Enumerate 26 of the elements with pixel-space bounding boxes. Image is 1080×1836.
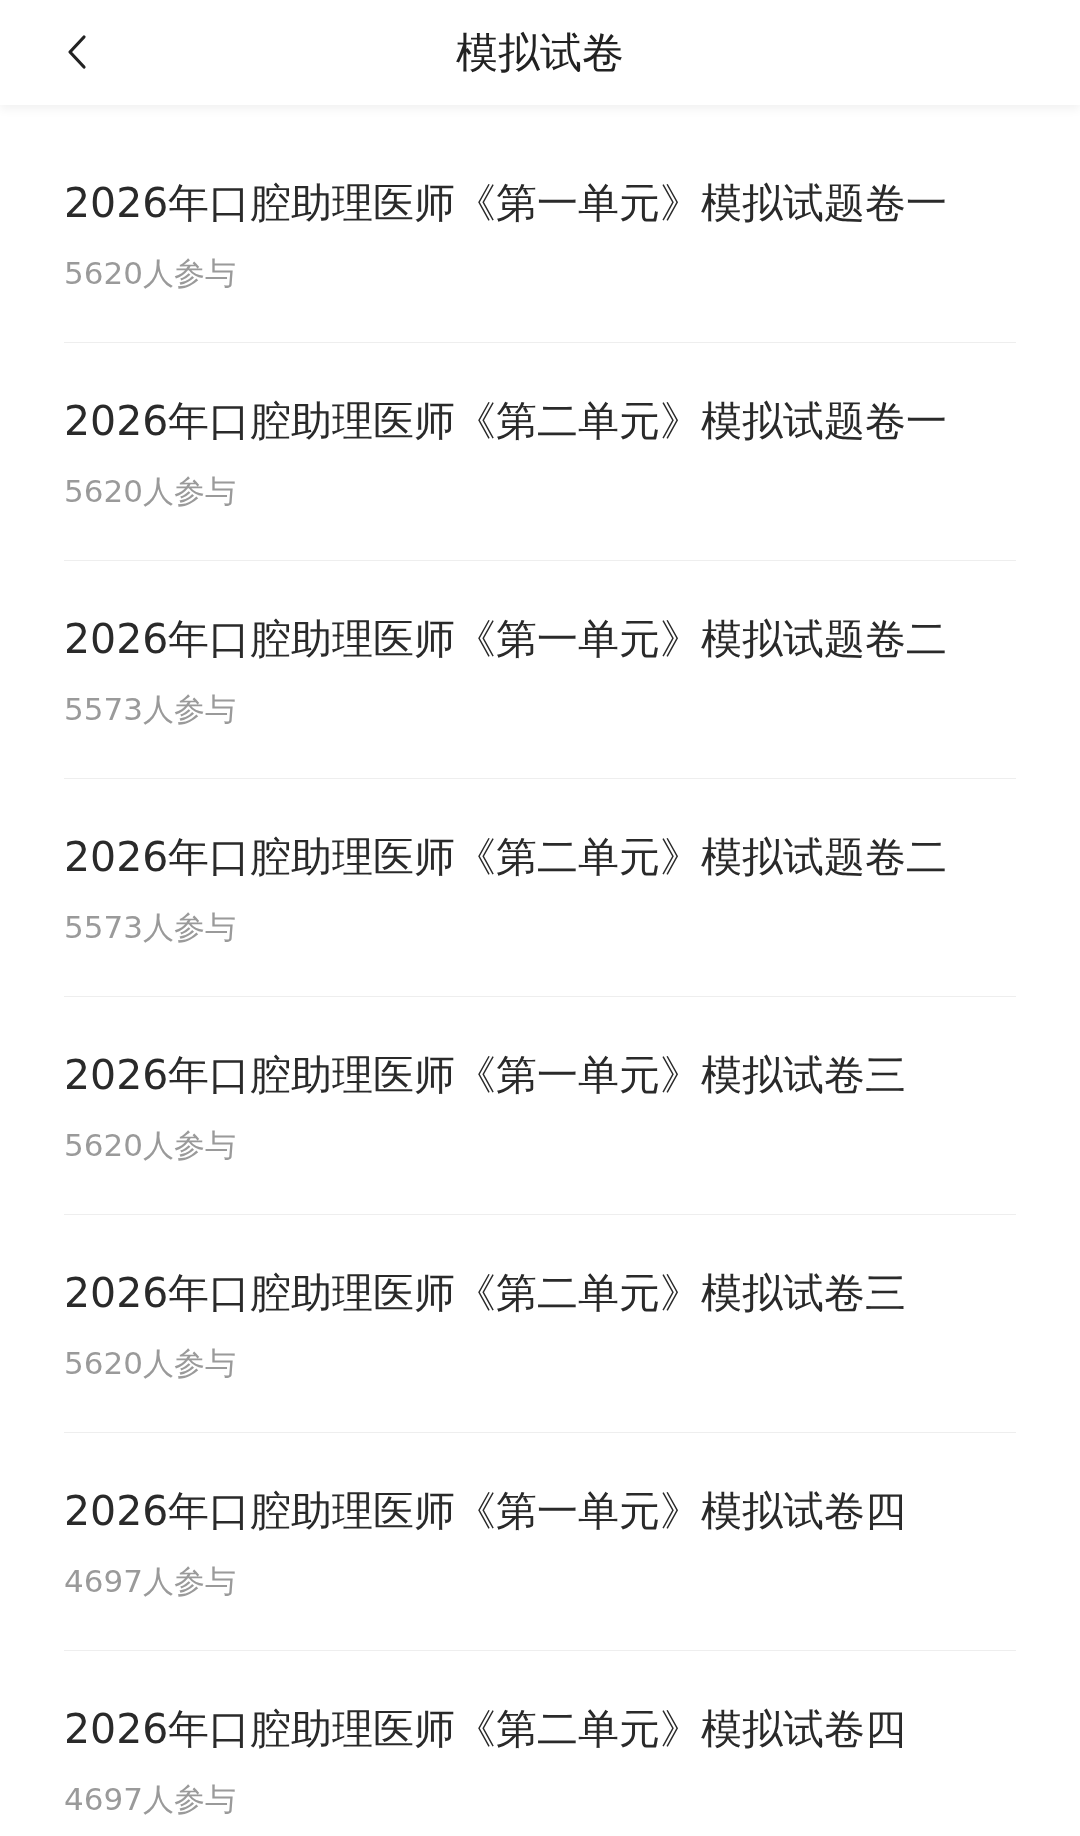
participant-count: 5620人参与	[64, 1126, 236, 1165]
exam-paper-item[interactable]: 2026年口腔助理医师《第一单元》模拟试卷四 4697人参与	[64, 1433, 1016, 1651]
paper-title: 2026年口腔助理医师《第一单元》模拟试卷四	[64, 1486, 907, 1537]
page-title: 模拟试卷	[456, 26, 624, 79]
participant-count: 5620人参与	[64, 254, 236, 293]
exam-paper-item[interactable]: 2026年口腔助理医师《第一单元》模拟试题卷二 5573人参与	[64, 561, 1016, 779]
paper-title: 2026年口腔助理医师《第二单元》模拟试卷三	[64, 1268, 907, 1319]
participant-count: 5620人参与	[64, 1344, 236, 1383]
exam-paper-item[interactable]: 2026年口腔助理医师《第一单元》模拟试卷三 5620人参与	[64, 997, 1016, 1215]
participant-count: 4697人参与	[64, 1780, 236, 1819]
participant-count: 5573人参与	[64, 690, 236, 729]
paper-title: 2026年口腔助理医师《第二单元》模拟试题卷一	[64, 396, 948, 447]
exam-paper-item[interactable]: 2026年口腔助理医师《第一单元》模拟试题卷一 5620人参与	[64, 125, 1016, 343]
participant-count: 5573人参与	[64, 908, 236, 947]
paper-title: 2026年口腔助理医师《第二单元》模拟试题卷二	[64, 832, 948, 883]
back-icon	[66, 34, 88, 70]
exam-paper-item[interactable]: 2026年口腔助理医师《第二单元》模拟试题卷二 5573人参与	[64, 779, 1016, 997]
participant-count: 5620人参与	[64, 472, 236, 511]
exam-paper-item[interactable]: 2026年口腔助理医师《第二单元》模拟试题卷一 5620人参与	[64, 343, 1016, 561]
paper-title: 2026年口腔助理医师《第一单元》模拟试卷三	[64, 1050, 907, 1101]
paper-title: 2026年口腔助理医师《第一单元》模拟试题卷二	[64, 614, 948, 665]
paper-title: 2026年口腔助理医师《第二单元》模拟试卷四	[64, 1704, 907, 1755]
exam-paper-item[interactable]: 2026年口腔助理医师《第二单元》模拟试卷三 5620人参与	[64, 1215, 1016, 1433]
paper-title: 2026年口腔助理医师《第一单元》模拟试题卷一	[64, 178, 948, 229]
exam-paper-item[interactable]: 2026年口腔助理医师《第二单元》模拟试卷四 4697人参与	[64, 1651, 1016, 1836]
participant-count: 4697人参与	[64, 1562, 236, 1601]
